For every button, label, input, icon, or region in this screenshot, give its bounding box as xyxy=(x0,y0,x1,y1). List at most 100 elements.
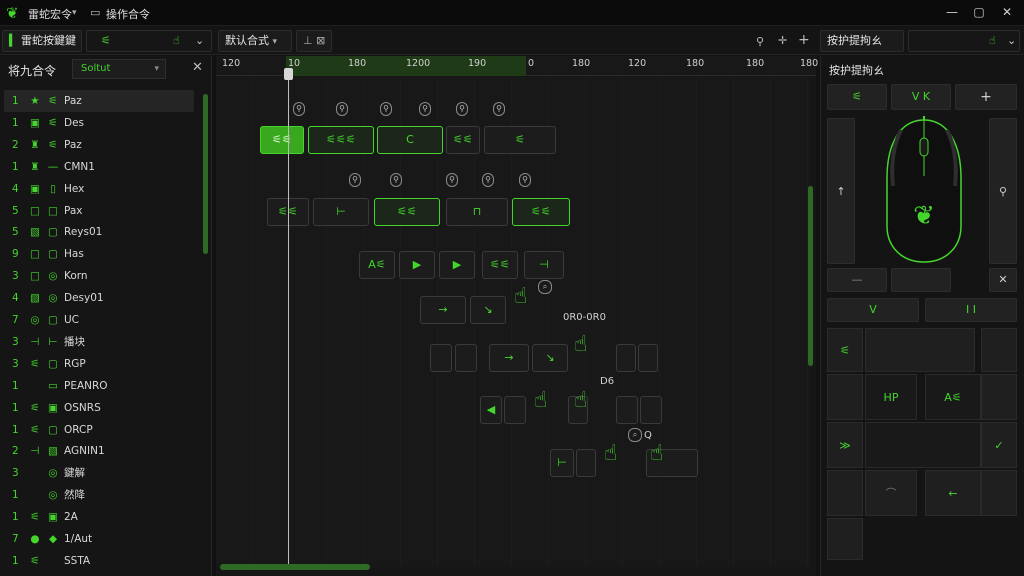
search-icon[interactable]: ⌕ xyxy=(538,280,552,294)
macro-block[interactable]: ◀ xyxy=(480,396,502,424)
macro-block[interactable] xyxy=(504,396,526,424)
command-list-item[interactable]: 4 ▣ ▯ Hex xyxy=(4,178,194,200)
commands-filter[interactable]: Soltut ▾ xyxy=(72,59,166,79)
macro-block[interactable]: ⊓ xyxy=(446,198,508,226)
command-list-item[interactable]: 3 ⚟ ▢ RGP xyxy=(4,353,194,375)
macro-block[interactable]: ⚟⚟ xyxy=(260,126,304,154)
macro-block[interactable]: ⚟⚟⚟ xyxy=(308,126,374,154)
play-block[interactable]: ▶ xyxy=(439,251,475,279)
side-button-right[interactable]: ⚲ xyxy=(989,118,1017,264)
grid-cell[interactable] xyxy=(827,374,863,420)
command-list-item[interactable]: 7 ● ◆ 1/Aut xyxy=(4,528,194,550)
mode-selector[interactable]: 默认合式 ▾ xyxy=(218,30,292,52)
command-list-item[interactable]: 1 ⚟ SSTA xyxy=(4,550,194,572)
grid-cell[interactable]: HP xyxy=(865,374,917,420)
macro-block[interactable]: ↘ xyxy=(532,344,568,372)
person-icon[interactable]: ⚲ xyxy=(756,35,764,48)
side-button-left[interactable]: ↑ xyxy=(827,118,855,264)
macro-block[interactable]: ⚟ xyxy=(484,126,556,154)
command-list-item[interactable]: 2 ⊣ ▧ AGNIN1 xyxy=(4,440,194,462)
macro-block[interactable] xyxy=(638,344,658,372)
command-list-item[interactable]: 1 ⚟ ▣ 2A xyxy=(4,506,194,528)
macro-block[interactable]: → xyxy=(420,296,466,324)
grid-cell[interactable] xyxy=(981,470,1017,516)
close-icon[interactable]: ✕ xyxy=(192,60,203,75)
grid-cell[interactable] xyxy=(865,328,975,372)
macro-block[interactable] xyxy=(616,344,636,372)
macro-block[interactable] xyxy=(640,396,662,424)
tab-button[interactable]: ⊥ ⊠ xyxy=(296,30,332,52)
grid-cell[interactable]: ← xyxy=(925,470,981,516)
marker-pin-icon[interactable]: ⚲ xyxy=(390,173,402,187)
grid-cell[interactable]: ✓ xyxy=(981,422,1017,468)
command-list-item[interactable]: 3 ◎ 鍵解 xyxy=(4,462,194,484)
mapping-button[interactable] xyxy=(891,268,951,292)
macro-block[interactable]: ⊢ xyxy=(313,198,369,226)
macro-block[interactable]: ⚟⚟ xyxy=(512,198,570,226)
timeline-ruler[interactable]: 120 10 180 1200 190 0 180 120 180 180 18… xyxy=(216,56,818,76)
marker-pin-icon[interactable]: ⚲ xyxy=(336,102,348,116)
playhead[interactable] xyxy=(284,68,293,568)
command-list-item[interactable]: 5 □ □ Pax xyxy=(4,200,194,222)
mapping-button[interactable]: I I xyxy=(925,298,1017,322)
mapping-button[interactable]: — xyxy=(827,268,887,292)
marker-pin-icon[interactable]: ⚲ xyxy=(519,173,531,187)
maximize-icon[interactable]: ▢ xyxy=(971,5,987,19)
macro-block[interactable]: ⊣ xyxy=(524,251,564,279)
macro-block[interactable] xyxy=(455,344,477,372)
remove-mapping-button[interactable]: ✕ xyxy=(989,268,1017,292)
command-list-item[interactable]: 2 ♜ ⚟ Paz xyxy=(4,134,194,156)
macro-block[interactable]: ⚟⚟ xyxy=(482,251,518,279)
marker-pin-icon[interactable]: ⚲ xyxy=(293,102,305,116)
mouse-device-icon[interactable]: ❦ xyxy=(881,116,967,264)
macro-block[interactable]: ↘ xyxy=(470,296,506,324)
playhead-handle[interactable] xyxy=(284,68,293,80)
command-list-item[interactable]: 1 ▭ PEANRO xyxy=(4,375,194,397)
minimize-icon[interactable]: — xyxy=(944,5,960,19)
mapping-dropdown[interactable]: ☝ ⌄ xyxy=(908,30,1020,52)
marker-pin-icon[interactable]: ⚲ xyxy=(456,102,468,116)
macro-block[interactable]: C xyxy=(377,126,443,154)
mapping-button[interactable]: V K xyxy=(891,84,951,110)
command-list-item[interactable]: 1 ★ ⚟ Paz xyxy=(4,90,194,112)
command-list-item[interactable]: 3 ⊣ ⊢ 播块 xyxy=(4,331,194,353)
grid-cell[interactable] xyxy=(981,328,1017,372)
mapping-tab[interactable]: 按护提拘ㄠ xyxy=(820,30,904,52)
macro-block[interactable]: A⚟ xyxy=(359,251,395,279)
command-list-item[interactable]: 5 ▧ ▢ Reys01 xyxy=(4,221,194,243)
command-list-item[interactable]: 7 ◎ ▢ UC xyxy=(4,309,194,331)
command-list-item[interactable]: 1 ⚟ ▢ ORCP xyxy=(4,419,194,441)
macro-block[interactable]: ⚟⚟ xyxy=(374,198,440,226)
marker-pin-icon[interactable]: ⚲ xyxy=(482,173,494,187)
scrollbar[interactable] xyxy=(203,94,208,254)
profile-dropdown[interactable]: ⚟ ☝ ⌄ xyxy=(86,30,212,52)
command-list-item[interactable]: 1 ⚟ ▣ OSNRS xyxy=(4,397,194,419)
marker-pin-icon[interactable]: ⚲ xyxy=(446,173,458,187)
move-icon[interactable]: ✛ xyxy=(778,34,787,47)
command-list-item[interactable]: 4 ▧ ◎ Desy01 xyxy=(4,287,194,309)
marker-pin-icon[interactable]: ⚲ xyxy=(419,102,431,116)
vertical-scrollbar[interactable] xyxy=(808,186,813,366)
grid-cell[interactable] xyxy=(865,422,981,468)
add-mapping-button[interactable]: + xyxy=(955,84,1017,110)
grid-cell[interactable]: A⚟ xyxy=(925,374,981,420)
macro-block[interactable] xyxy=(430,344,452,372)
grid-cell[interactable] xyxy=(981,374,1017,420)
grid-cell[interactable]: ⚟ xyxy=(827,328,863,372)
grid-cell[interactable]: ≫ xyxy=(827,422,863,468)
command-list-item[interactable]: 1 ♜ — CMN1 xyxy=(4,156,194,178)
command-list-item[interactable]: 1 ◎ 然降 xyxy=(4,484,194,506)
app-menu-chevron-icon[interactable]: ▾ xyxy=(72,8,77,18)
play-block[interactable]: ▶ xyxy=(399,251,435,279)
command-list-item[interactable]: 1 ▣ ⚟ Des xyxy=(4,112,194,134)
grid-cell[interactable] xyxy=(827,470,863,516)
macro-block[interactable]: ⚟⚟ xyxy=(446,126,480,154)
command-list-item[interactable]: 3 □ ◎ Korn xyxy=(4,265,194,287)
grid-cell[interactable] xyxy=(827,518,863,560)
macro-block[interactable] xyxy=(576,449,596,477)
app-title[interactable]: 雷蛇宏令 xyxy=(28,6,72,22)
marker-pin-icon[interactable]: ⚲ xyxy=(380,102,392,116)
mapping-button[interactable]: ⚟ xyxy=(827,84,887,110)
add-icon[interactable]: + xyxy=(798,32,810,48)
close-icon[interactable]: ✕ xyxy=(999,5,1015,19)
